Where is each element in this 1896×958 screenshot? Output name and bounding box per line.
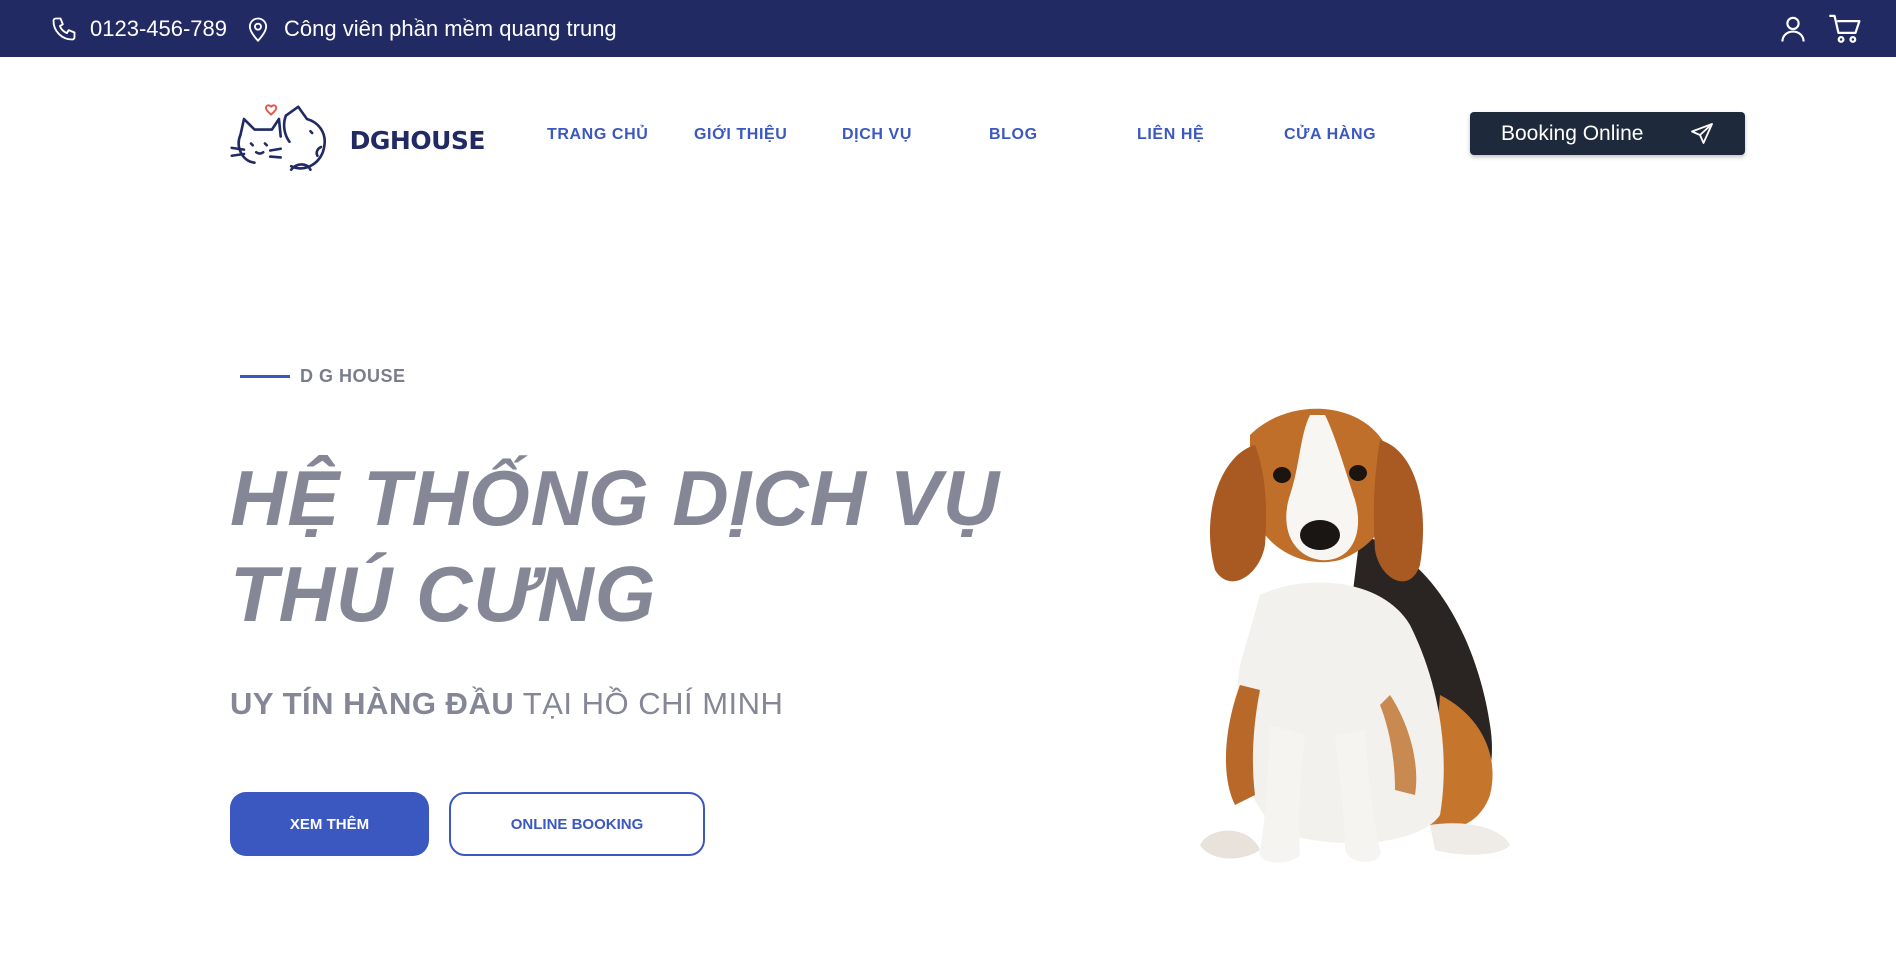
- hero-title-line2: THÚ CƯNG: [230, 550, 657, 638]
- cart-icon[interactable]: [1828, 13, 1862, 45]
- nav-gioi-thieu[interactable]: GIỚI THIỆU: [694, 126, 787, 144]
- logo-text: DGHOUSE: [349, 125, 486, 155]
- nav-cua-hang[interactable]: CỬA HÀNG: [1284, 126, 1376, 144]
- eyebrow-text: D G HOUSE: [300, 366, 406, 386]
- hero-subtitle-rest: TẠI HỒ CHÍ MINH: [514, 686, 784, 721]
- address-contact[interactable]: Công viên phần mềm quang trung: [244, 0, 617, 57]
- cat-dog-logo-icon: [230, 104, 326, 172]
- hero-subtitle: UY TÍN HÀNG ĐẦU TẠI HỒ CHÍ MINH: [230, 686, 783, 722]
- booking-online-label: Booking Online: [1501, 121, 1644, 145]
- hero-title: HỆ THỐNG DỊCH VỤ THÚ CƯNG: [230, 450, 1050, 642]
- address-text: Công viên phần mềm quang trung: [284, 15, 617, 41]
- nav-lien-he[interactable]: LIÊN HỆ: [1137, 126, 1204, 144]
- see-more-label: XEM THÊM: [289, 815, 370, 833]
- location-pin-icon: [248, 17, 268, 42]
- nav-trang-chu[interactable]: TRANG CHỦ: [547, 126, 648, 144]
- see-more-button[interactable]: XEM THÊM: [230, 792, 429, 856]
- hero-subtitle-bold: UY TÍN HÀNG ĐẦU: [230, 686, 515, 721]
- send-icon: [1691, 123, 1713, 144]
- phone-number: 0123-456-789: [90, 15, 228, 41]
- phone-icon: [52, 17, 76, 40]
- nav-dich-vu[interactable]: DỊCH VỤ: [842, 126, 912, 144]
- logo[interactable]: DGHOUSE: [230, 94, 486, 186]
- user-icon[interactable]: [1778, 14, 1808, 44]
- top-bar: 0123-456-789 Công viên phần mềm quang tr…: [0, 0, 1896, 57]
- hero-title-line1: HỆ THỐNG DỊCH VỤ: [230, 454, 1001, 542]
- eyebrow-divider: [240, 375, 290, 378]
- booking-online-button[interactable]: Booking Online: [1470, 112, 1745, 155]
- online-booking-button[interactable]: ONLINE BOOKING: [449, 792, 705, 856]
- nav-blog[interactable]: BLOG: [989, 126, 1038, 144]
- phone-contact[interactable]: 0123-456-789: [50, 0, 227, 57]
- beagle-puppy-image: [1200, 408, 1510, 863]
- online-booking-label: ONLINE BOOKING: [510, 815, 644, 833]
